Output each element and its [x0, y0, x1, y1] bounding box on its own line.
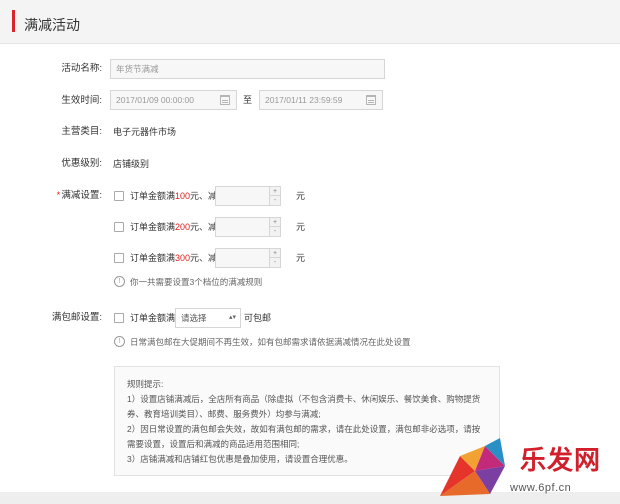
start-date-value: 2017/01/09 00:00:00	[116, 95, 194, 105]
discount-tier-3-text: 订单金额满300元、减	[130, 251, 217, 265]
activity-name-label: 活动名称:	[61, 63, 102, 74]
stepper-down-icon[interactable]: -	[270, 258, 280, 267]
category-value: 电子元器件市场	[113, 127, 177, 137]
stepper-up-icon[interactable]: +	[270, 249, 280, 258]
discount-setting-label: *满减设置:	[6, 189, 102, 203]
discount-level-label: 优惠级别:	[61, 158, 102, 169]
tier-suffix: 元、减	[190, 191, 218, 201]
discount-tier-3-input[interactable]: + -	[215, 248, 281, 268]
free-shipping-prefix: 订单金额满	[130, 313, 176, 323]
tier-prefix: 订单金额满	[130, 191, 176, 201]
discount-tier-2-input[interactable]: + -	[215, 217, 281, 237]
valid-time-label: 生效时间:	[61, 95, 102, 106]
free-shipping-label: 满包邮设置:	[51, 312, 102, 323]
required-mark: *	[56, 190, 61, 201]
watermark: 乐发网 www.6pf.cn	[430, 436, 620, 504]
page-header: 满减活动	[0, 0, 620, 44]
date-separator: 至	[243, 95, 253, 105]
info-icon: !	[114, 336, 125, 347]
page-title: 满减活动	[24, 17, 80, 33]
rules-title: 规则提示:	[127, 379, 164, 389]
discount-tier-3-checkbox[interactable]	[114, 253, 124, 263]
rules-line: 1）设置店铺满减后，全店所有商品（除虚拟（不包含消费卡、休闲娱乐、餐饮美食、购物…	[127, 394, 481, 404]
discount-tier-1-checkbox[interactable]	[114, 191, 124, 201]
tier-suffix: 元、减	[190, 253, 218, 263]
select-caret-icon: ▴▾	[228, 314, 236, 321]
activity-name-input[interactable]: 年货节满减	[110, 59, 385, 79]
select-value: 请选择	[181, 313, 207, 323]
stepper-down-icon[interactable]: -	[270, 196, 280, 205]
end-date-input[interactable]: 2017/01/11 23:59:59	[259, 90, 383, 110]
discount-tier-2-unit: 元	[296, 222, 306, 232]
tier-amount: 100	[175, 191, 191, 201]
discount-tier-1-input[interactable]: + -	[215, 186, 281, 206]
stepper-up-icon[interactable]: +	[270, 187, 280, 196]
tier-amount: 300	[175, 253, 191, 263]
discount-level-value: 店铺级别	[113, 159, 150, 169]
stepper-down-icon[interactable]: -	[270, 227, 280, 236]
free-shipping-select[interactable]: 请选择 ▴▾	[175, 308, 241, 328]
quantity-stepper[interactable]: + -	[269, 217, 281, 237]
discount-tier-3-unit: 元	[296, 253, 306, 263]
discount-setting-label-text: 满减设置:	[61, 190, 102, 201]
discount-hint: 你一共需要设置3个档位的满减规则	[130, 277, 263, 287]
tier-prefix: 订单金额满	[130, 253, 176, 263]
tier-suffix: 元、减	[190, 222, 218, 232]
start-date-input[interactable]: 2017/01/09 00:00:00	[110, 90, 237, 110]
stepper-up-icon[interactable]: +	[270, 218, 280, 227]
calendar-icon[interactable]	[366, 95, 376, 105]
end-date-value: 2017/01/11 23:59:59	[265, 95, 343, 105]
calendar-icon[interactable]	[220, 95, 230, 105]
info-icon: !	[114, 276, 125, 287]
discount-tier-1-text: 订单金额满100元、减	[130, 189, 217, 203]
free-shipping-checkbox[interactable]	[114, 313, 124, 323]
discount-tier-2-checkbox[interactable]	[114, 222, 124, 232]
watermark-brand: 乐发网	[520, 446, 602, 476]
rules-line: 券、教育培训类目）、邮费、服务费外）均参与满减;	[127, 409, 321, 419]
watermark-url: www.6pf.cn	[510, 482, 572, 494]
quantity-stepper[interactable]: + -	[269, 248, 281, 268]
watermark-logo-icon	[440, 438, 505, 496]
tier-amount: 200	[175, 222, 191, 232]
rules-line: 2）因日常设置的满包邮会失效，故如有满包邮的需求，请在此处设置，满包邮非必选项，…	[127, 424, 481, 434]
header-accent-bar	[12, 10, 15, 32]
discount-tier-2-text: 订单金额满200元、减	[130, 220, 217, 234]
tier-prefix: 订单金额满	[130, 222, 176, 232]
free-shipping-hint: 日常满包邮在大促期间不再生效，如有包邮需求请依据满减情况在此处设置	[130, 337, 411, 347]
discount-tier-1-unit: 元	[296, 191, 306, 201]
category-label: 主营类目:	[61, 126, 102, 137]
quantity-stepper[interactable]: + -	[269, 186, 281, 206]
free-shipping-suffix: 可包邮	[244, 313, 272, 323]
